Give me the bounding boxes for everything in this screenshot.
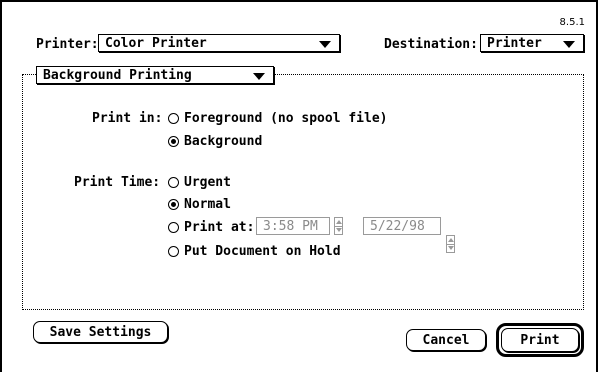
- arrow-up-icon: [448, 238, 454, 242]
- date-stepper[interactable]: [446, 235, 455, 253]
- print-button[interactable]: Print: [501, 328, 579, 352]
- radio-normal-label: Normal: [184, 197, 231, 212]
- radio-button[interactable]: [168, 113, 179, 124]
- destination-popup-value: Printer: [487, 35, 542, 51]
- time-stepper[interactable]: [334, 217, 343, 235]
- radio-background[interactable]: Background: [168, 134, 262, 149]
- cancel-button[interactable]: Cancel: [406, 329, 486, 351]
- printer-popup-value: Color Printer: [105, 35, 207, 51]
- print-label: Print: [520, 332, 560, 348]
- section-popup-value: Background Printing: [43, 67, 192, 83]
- radio-urgent[interactable]: Urgent: [168, 175, 231, 190]
- window-frame-left: [0, 0, 2, 372]
- printer-popup[interactable]: Color Printer: [98, 34, 340, 52]
- arrow-down-icon: [448, 246, 454, 250]
- window-frame-top: [0, 0, 598, 2]
- radio-button[interactable]: [168, 222, 179, 233]
- chevron-down-icon: [253, 73, 265, 80]
- date-field[interactable]: 5/22/98: [363, 217, 441, 235]
- radio-urgent-label: Urgent: [184, 175, 231, 190]
- radio-hold[interactable]: Put Document on Hold: [168, 244, 341, 259]
- save-settings-label: Save Settings: [49, 324, 152, 340]
- radio-print-at[interactable]: Print at:: [168, 220, 254, 235]
- radio-foreground-label: Foreground (no spool file): [184, 111, 388, 126]
- radio-button[interactable]: [168, 199, 179, 210]
- arrow-up-icon: [336, 220, 342, 224]
- section-popup[interactable]: Background Printing: [36, 66, 274, 84]
- print-in-label: Print in:: [92, 111, 163, 126]
- options-panel: [22, 74, 584, 310]
- destination-label: Destination:: [384, 37, 478, 52]
- radio-button[interactable]: [168, 177, 179, 188]
- radio-print-at-label: Print at:: [184, 220, 255, 235]
- destination-popup[interactable]: Printer: [480, 34, 584, 52]
- version-label: 8.5.1: [559, 17, 585, 28]
- save-settings-button[interactable]: Save Settings: [33, 321, 168, 343]
- time-field[interactable]: 3:58 PM: [256, 217, 330, 235]
- radio-button[interactable]: [168, 246, 179, 257]
- radio-hold-label: Put Document on Hold: [184, 244, 341, 259]
- print-time-label: Print Time:: [74, 175, 161, 190]
- radio-foreground[interactable]: Foreground (no spool file): [168, 111, 388, 126]
- radio-button[interactable]: [168, 136, 179, 147]
- chevron-down-icon: [563, 41, 575, 48]
- radio-normal[interactable]: Normal: [168, 197, 231, 212]
- printer-label: Printer:: [36, 37, 99, 52]
- chevron-down-icon: [319, 41, 331, 48]
- arrow-down-icon: [336, 228, 342, 232]
- radio-background-label: Background: [184, 134, 263, 149]
- cancel-label: Cancel: [422, 332, 470, 348]
